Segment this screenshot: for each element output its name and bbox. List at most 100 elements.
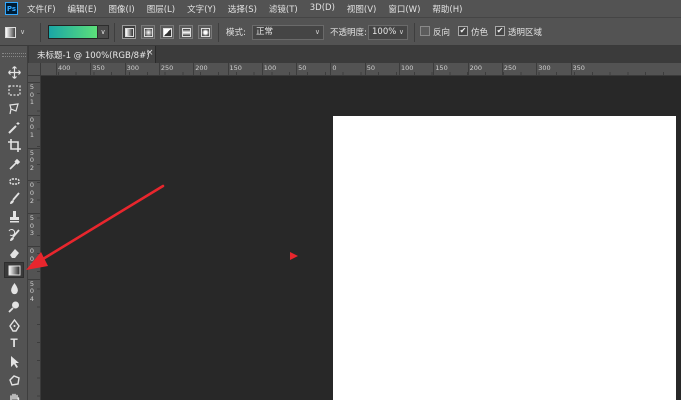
crop-tool-icon[interactable] (4, 137, 24, 153)
menu-layer[interactable]: 图层(L) (147, 3, 175, 15)
dither-checkbox[interactable]: ✔ (458, 26, 468, 36)
document-tab[interactable]: 未标题-1 @ 100%(RGB/8#) × (29, 46, 156, 63)
reverse-label: 反向 (433, 28, 451, 38)
panel-grip[interactable] (2, 53, 26, 57)
ruler-label: 250 (160, 64, 174, 72)
transparency-checkbox[interactable]: ✔ (495, 26, 505, 36)
chevron-down-icon: ∨ (100, 28, 106, 36)
gradient-editor-swatch[interactable] (48, 25, 98, 39)
opacity-label: 不透明度: (330, 28, 367, 38)
ruler-tick (158, 63, 160, 75)
ruler-tick (364, 63, 366, 75)
chevron-down-icon: ∨ (398, 28, 404, 36)
angle-gradient-icon (162, 27, 172, 37)
vertical-ruler[interactable]: 501001502002503003504 (28, 76, 41, 400)
ruler-label: 350 (572, 64, 585, 72)
clone-stamp-tool-icon[interactable] (4, 208, 24, 224)
pen-tool-icon[interactable] (4, 317, 24, 333)
diamond-gradient-icon (200, 27, 210, 37)
ruler-tick (296, 63, 298, 75)
ruler-label: 200 (469, 64, 483, 72)
gradient-tool-preset-icon (5, 26, 16, 38)
ruler-label: 150 (229, 64, 242, 72)
document-tab-title: 未标题-1 @ 100%(RGB/8#) (37, 50, 150, 61)
document-tab-bar: 未标题-1 @ 100%(RGB/8#) × (28, 46, 681, 63)
ruler-label: 1 (29, 131, 35, 139)
ruler-tick (433, 63, 435, 75)
menu-filter[interactable]: 滤镜(T) (269, 3, 298, 15)
brush-tool-icon[interactable] (4, 190, 24, 206)
eraser-tool-icon[interactable] (4, 244, 24, 260)
history-brush-tool-icon[interactable] (4, 227, 24, 243)
blend-mode-value: 正常 (256, 27, 274, 37)
linear-gradient-button[interactable] (122, 25, 136, 39)
hand-tool-icon[interactable] (4, 391, 24, 400)
ruler-tick (193, 63, 195, 75)
lasso-tool-icon[interactable] (4, 100, 24, 116)
chevron-down-icon: ∨ (314, 28, 320, 36)
ruler-label: 350 (92, 64, 105, 72)
menu-select[interactable]: 选择(S) (228, 3, 257, 15)
options-bar: ∨ ∨ 模式: 正常 ∨ 不透明度: 100% ∨ 反向 ✔ 仿色 ✔ 透明区域 (0, 17, 681, 46)
close-icon[interactable]: × (146, 48, 154, 58)
reverse-checkbox[interactable] (420, 26, 430, 36)
move-tool-icon[interactable] (4, 64, 24, 80)
ruler-tick (570, 63, 572, 75)
tool-preset-picker[interactable]: ∨ (5, 24, 35, 40)
menu-help[interactable]: 帮助(H) (432, 3, 462, 15)
menu-window[interactable]: 窗口(W) (388, 3, 420, 15)
divider (218, 23, 219, 42)
marquee-tool-icon[interactable] (4, 82, 24, 98)
healing-brush-tool-icon[interactable] (4, 173, 24, 189)
linear-gradient-icon (124, 27, 134, 37)
menu-type[interactable]: 文字(Y) (187, 3, 216, 15)
ruler-label: 4 (29, 295, 35, 303)
menu-bar: Ps 文件(F) 编辑(E) 图像(I) 图层(L) 文字(Y) 选择(S) 滤镜(T) 3D… (0, 0, 681, 17)
opacity-value: 100% (372, 27, 397, 37)
menu-image[interactable]: 图像(I) (109, 3, 135, 15)
mode-label: 模式: (226, 28, 246, 38)
ruler-label: 5 (29, 83, 35, 91)
ruler-tick (261, 63, 263, 75)
ruler-label: 50 (298, 64, 307, 72)
photoshop-logo-icon: Ps (5, 2, 18, 15)
angle-gradient-button[interactable] (160, 25, 174, 39)
path-select-tool-icon[interactable] (4, 353, 24, 369)
ruler-tick (227, 63, 229, 75)
eyedropper-tool-icon[interactable] (4, 156, 24, 172)
blend-mode-select[interactable]: 正常 ∨ (252, 25, 324, 40)
ruler-tick (90, 63, 92, 75)
tools-panel: T (0, 46, 28, 400)
ruler-label: 150 (435, 64, 448, 72)
menu-3d[interactable]: 3D(D) (310, 3, 335, 15)
reflected-gradient-icon (181, 27, 191, 37)
ruler-label: 400 (58, 64, 71, 72)
menu-view[interactable]: 视图(V) (347, 3, 376, 15)
ruler-tick (56, 63, 57, 75)
dodge-tool-icon[interactable] (4, 298, 24, 314)
ruler-label: 250 (503, 64, 517, 72)
type-tool-icon[interactable]: T (4, 335, 24, 351)
ruler-label: 3 (29, 229, 35, 238)
horizontal-ruler[interactable]: 400 350 300 250 200 150 100 50 0 50 100 150 200 250 30… (41, 63, 681, 76)
menu-file[interactable]: 文件(F) (27, 3, 56, 15)
opacity-input[interactable]: 100% ∨ (368, 25, 408, 40)
menu-edit[interactable]: 编辑(E) (68, 3, 97, 15)
gradient-picker-dropdown[interactable]: ∨ (97, 25, 109, 39)
radial-gradient-button[interactable] (141, 25, 155, 39)
shape-tool-icon[interactable] (4, 372, 24, 388)
reflected-gradient-button[interactable] (179, 25, 193, 39)
blur-tool-icon[interactable] (4, 280, 24, 296)
ruler-label: 300 (126, 64, 140, 72)
diamond-gradient-button[interactable] (198, 25, 212, 39)
ruler-tick (536, 63, 538, 75)
ruler-tick (467, 63, 469, 75)
ruler-label: 200 (195, 64, 208, 72)
ruler-label: 2 (29, 163, 35, 172)
ruler-label: 0 (332, 64, 337, 72)
gradient-tool-icon[interactable] (4, 262, 24, 278)
quick-select-tool-icon[interactable] (4, 119, 24, 135)
ruler-origin[interactable] (28, 63, 41, 76)
document-canvas[interactable] (333, 116, 676, 400)
chevron-down-icon: ∨ (20, 28, 26, 36)
